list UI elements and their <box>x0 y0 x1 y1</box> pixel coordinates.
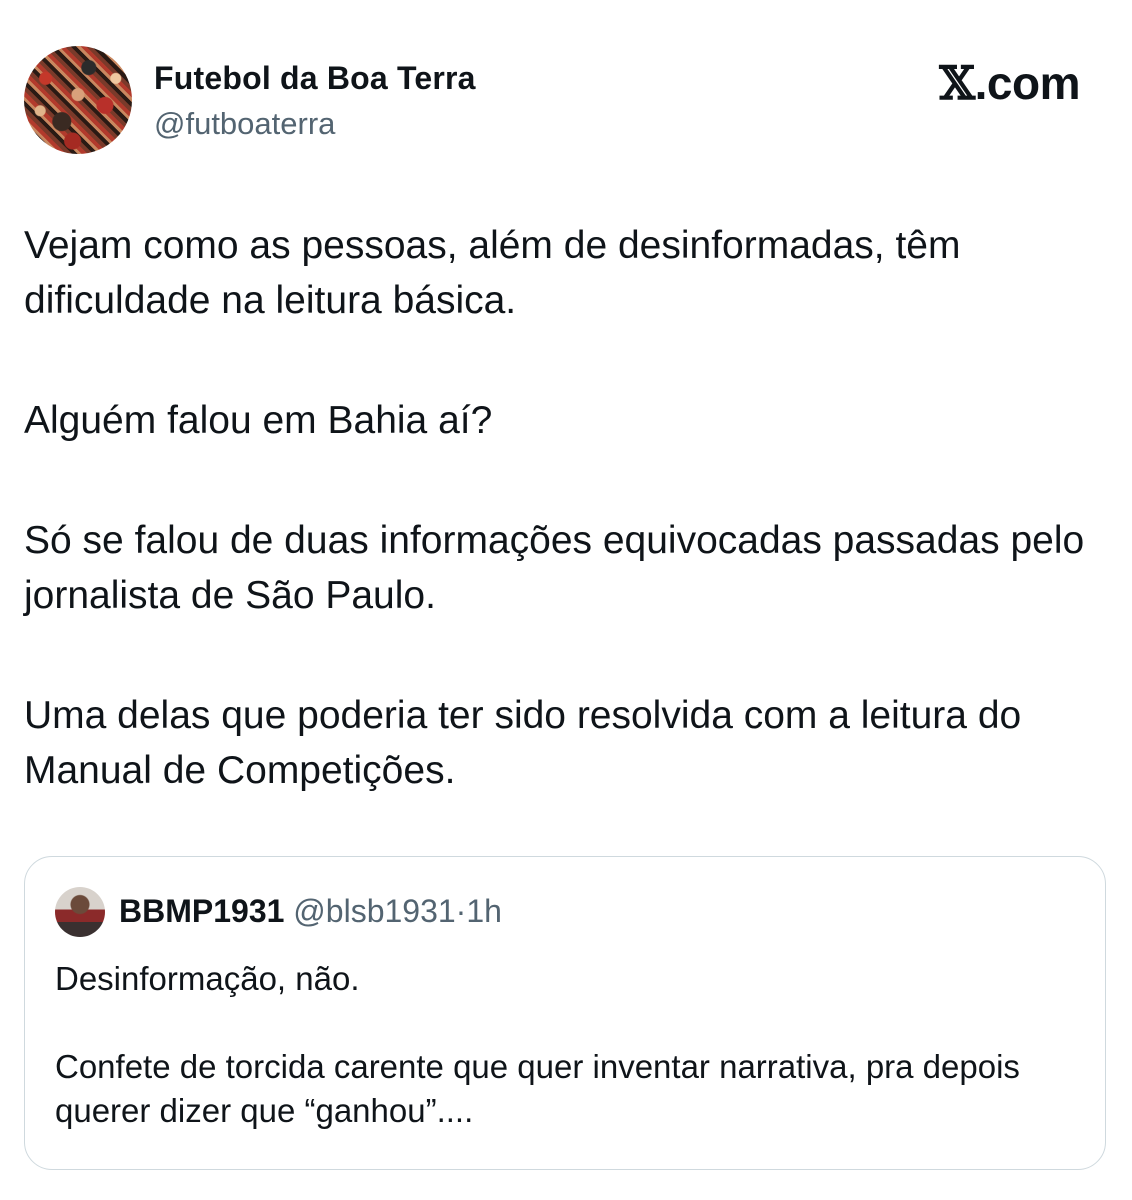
author-avatar[interactable] <box>24 46 132 154</box>
author-handle[interactable]: @futboaterra <box>154 104 335 144</box>
tweet-paragraph: Vejam como as pessoas, além de desinform… <box>24 224 961 322</box>
tweet-paragraph: Alguém falou em Bahia aí? <box>24 399 493 442</box>
separator-dot: · <box>455 893 467 929</box>
brand-suffix: .com <box>974 57 1081 109</box>
quoted-tweet-timestamp: 1h <box>466 893 502 929</box>
quoted-paragraph: Confete de torcida carente que quer inve… <box>55 1048 1020 1129</box>
quoted-paragraph: Desinformação, não. <box>55 960 360 997</box>
tweet-paragraph: Uma delas que poderia ter sido resolvida… <box>24 694 1022 792</box>
tweet-text: Vejam como as pessoas, além de desinform… <box>24 218 1114 798</box>
quoted-tweet-card[interactable]: BBMP1931 @blsb1931·1h Desinformação, não… <box>24 856 1106 1170</box>
quoted-tweet-header: BBMP1931 @blsb1931·1h <box>119 889 502 933</box>
x-logo-icon: 𝕏 <box>939 56 975 110</box>
quoted-tweet-text: Desinformação, não. Confete de torcida c… <box>55 957 1075 1133</box>
quoted-author-handle: @blsb1931 <box>293 893 456 929</box>
quoted-author-name: BBMP1931 <box>119 893 285 929</box>
tweet-paragraph: Só se falou de duas informações equivoca… <box>24 519 1085 617</box>
x-com-logo: 𝕏.com <box>939 58 1080 108</box>
author-name[interactable]: Futebol da Boa Terra <box>154 58 476 98</box>
quoted-author-avatar <box>55 887 105 937</box>
